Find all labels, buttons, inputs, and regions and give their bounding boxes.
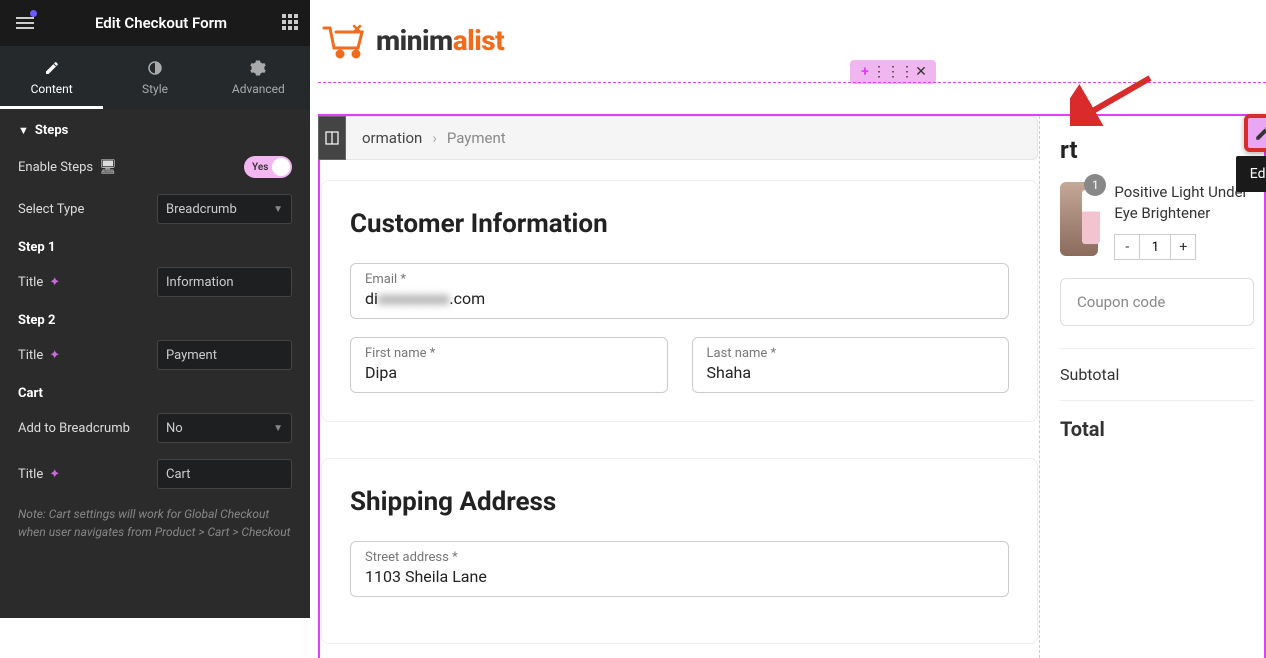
qty-badge: 1 bbox=[1084, 174, 1106, 196]
cart-column: rt 1 Positive Light Under Eye Brightener… bbox=[1040, 116, 1264, 658]
chevron-right-icon: › bbox=[432, 129, 437, 147]
panel-title: Edit Checkout Form bbox=[40, 14, 282, 32]
annotation-arrow-icon bbox=[1070, 70, 1160, 126]
shipping-heading: Shipping Address bbox=[350, 487, 1009, 517]
step2-title-label: Title ✦ bbox=[18, 348, 60, 363]
pencil-icon bbox=[1254, 124, 1266, 142]
add-breadcrumb-label: Add to Breadcrumb bbox=[18, 421, 130, 436]
close-section-button[interactable]: ✕ bbox=[910, 63, 932, 81]
step2-title-input[interactable]: Payment bbox=[157, 340, 292, 370]
last-name-field[interactable]: Last name * Shaha bbox=[692, 337, 1010, 393]
customer-info-card: Customer Information Email * dixxxxxxxxx… bbox=[321, 180, 1038, 422]
toggle-knob-icon bbox=[272, 158, 290, 176]
ai-sparkle-icon[interactable]: ✦ bbox=[49, 348, 60, 363]
qty-increase-button[interactable]: + bbox=[1170, 234, 1196, 260]
edit-widget-wrapper: Edit Checkout Form bbox=[1244, 114, 1266, 152]
select-type-label: Select Type bbox=[18, 202, 84, 217]
tab-style[interactable]: Style bbox=[103, 46, 206, 109]
step1-title-input[interactable]: Information bbox=[157, 267, 292, 297]
street-address-field[interactable]: Street address * 1103 Sheila Lane bbox=[350, 541, 1009, 597]
gear-icon bbox=[250, 60, 266, 76]
cart-title-label: Title ✦ bbox=[18, 467, 60, 482]
add-breadcrumb-dropdown[interactable]: No ▼ bbox=[157, 413, 292, 443]
cart-note: Note: Cart settings will work for Global… bbox=[18, 505, 292, 541]
customer-info-heading: Customer Information bbox=[350, 209, 1009, 239]
shipping-address-card: Shipping Address Street address * 1103 S… bbox=[321, 458, 1038, 644]
email-field[interactable]: Email * dixxxxxxxxx.com bbox=[350, 263, 1009, 319]
select-type-dropdown[interactable]: Breadcrumb ▼ bbox=[157, 194, 292, 224]
section-toolbar: + ⋮⋮⋮ ✕ bbox=[850, 60, 936, 84]
caret-down-icon: ▼ bbox=[18, 124, 29, 137]
step2-heading: Step 2 bbox=[18, 313, 292, 328]
step1-heading: Step 1 bbox=[18, 240, 292, 255]
checkout-widget: Edit Checkout Form ormation › Payment Cu… bbox=[318, 114, 1266, 658]
preview-canvas: minimalist + ⋮⋮⋮ ✕ Edit Checkout Form or… bbox=[310, 0, 1266, 618]
column-handle[interactable] bbox=[318, 116, 346, 160]
product-name: Positive Light Under Eye Brightener bbox=[1114, 182, 1254, 224]
ai-sparkle-icon[interactable]: ✦ bbox=[49, 467, 60, 482]
enable-steps-toggle[interactable]: Yes bbox=[244, 156, 292, 178]
cart-item: 1 Positive Light Under Eye Brightener - … bbox=[1060, 182, 1254, 260]
edit-widget-button[interactable] bbox=[1244, 114, 1266, 152]
chevron-down-icon: ▼ bbox=[273, 204, 283, 215]
cart-title: rt bbox=[1060, 136, 1254, 164]
edit-widget-tooltip: Edit Checkout Form bbox=[1236, 156, 1266, 192]
tab-advanced[interactable]: Advanced bbox=[207, 46, 310, 109]
product-thumbnail: 1 bbox=[1060, 182, 1098, 256]
total-row: Total bbox=[1060, 400, 1254, 457]
cart-icon bbox=[320, 20, 368, 60]
chevron-down-icon: ▼ bbox=[273, 423, 283, 434]
checkout-main-column: ormation › Payment Customer Information … bbox=[320, 116, 1040, 658]
qty-value: 1 bbox=[1140, 234, 1170, 260]
contrast-icon bbox=[147, 60, 163, 76]
first-name-field[interactable]: First name * Dipa bbox=[350, 337, 668, 393]
cart-title-input[interactable]: Cart bbox=[157, 459, 292, 489]
menu-button[interactable] bbox=[10, 8, 40, 38]
desktop-icon[interactable]: 🖥 bbox=[99, 159, 117, 175]
site-logo: minimalist bbox=[310, 0, 1266, 74]
qty-decrease-button[interactable]: - bbox=[1114, 234, 1140, 260]
breadcrumb-step-payment[interactable]: Payment bbox=[447, 129, 506, 147]
cart-heading: Cart bbox=[18, 386, 292, 401]
editor-tabs: Content Style Advanced bbox=[0, 46, 310, 109]
enable-steps-label: Enable Steps 🖥 bbox=[18, 159, 117, 175]
tab-content[interactable]: Content bbox=[0, 46, 103, 109]
ai-sparkle-icon[interactable]: ✦ bbox=[49, 275, 60, 290]
apps-grid-button[interactable] bbox=[282, 14, 300, 32]
checkout-breadcrumb: ormation › Payment bbox=[321, 116, 1038, 160]
pencil-icon bbox=[44, 60, 60, 76]
coupon-input[interactable]: Coupon code bbox=[1060, 278, 1254, 326]
sidebar-header: Edit Checkout Form bbox=[0, 0, 310, 46]
notification-dot-icon bbox=[30, 10, 37, 17]
drag-section-handle[interactable]: ⋮⋮⋮ bbox=[882, 63, 904, 81]
section-steps-header[interactable]: ▼ Steps bbox=[18, 123, 292, 138]
subtotal-row: Subtotal bbox=[1060, 348, 1254, 400]
editor-sidebar: Edit Checkout Form Content Style Advance… bbox=[0, 0, 310, 618]
quantity-stepper: - 1 + bbox=[1114, 234, 1254, 260]
panel-body: ▼ Steps Enable Steps 🖥 Yes Select Type B… bbox=[0, 109, 310, 555]
breadcrumb-step-information[interactable]: ormation bbox=[362, 129, 422, 147]
column-icon bbox=[325, 131, 339, 145]
step1-title-label: Title ✦ bbox=[18, 275, 60, 290]
